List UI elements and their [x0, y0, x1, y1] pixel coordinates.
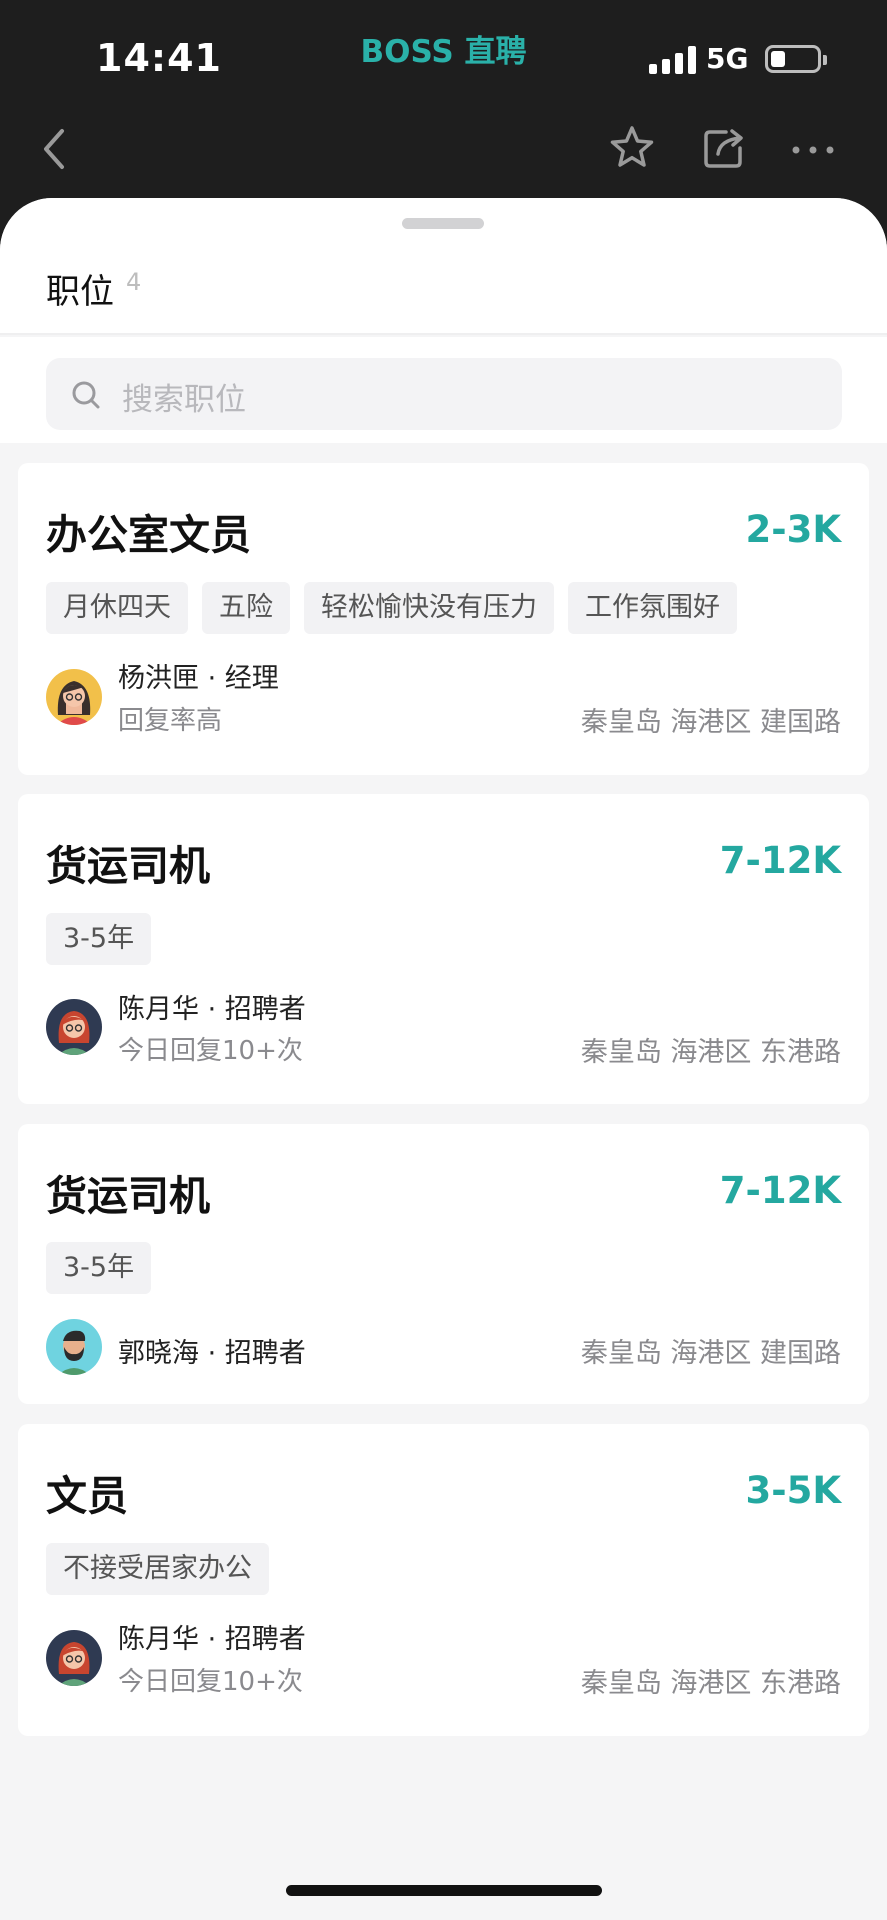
avatar [46, 999, 102, 1055]
avatar [46, 669, 102, 725]
job-location: 秦皇岛 海港区 东港路 [580, 1037, 841, 1068]
job-salary: 2-3K [745, 508, 841, 551]
job-title: 文员 [46, 1472, 128, 1520]
search-icon [72, 381, 100, 409]
home-indicator[interactable] [286, 1885, 602, 1896]
job-tag: 不接受居家办公 [46, 1543, 269, 1595]
job-title: 办公室文员 [46, 511, 251, 559]
recruiter-name: 陈月华 · 招聘者 [118, 1624, 306, 1655]
job-card[interactable]: 货运司机 7-12K 3-5年 郭晓海 · 招聘者 秦皇岛 海港区 建国路 [18, 1124, 869, 1404]
drag-handle[interactable] [402, 218, 484, 229]
job-salary: 7-12K [719, 839, 841, 882]
star-icon[interactable] [608, 124, 656, 176]
job-salary: 3-5K [745, 1469, 841, 1512]
jobs-sheet: 职位 4 搜索职位 办公室文员 2-3K 月休四天 五险 轻松愉快没有压力 工作… [0, 198, 887, 1920]
job-card[interactable]: 文员 3-5K 不接受居家办公 陈月华 · 招聘者 今日回复10+次 秦皇岛 海… [18, 1424, 869, 1736]
brand-logo: BOSS 直聘 [360, 34, 527, 70]
signal-icon [649, 46, 696, 74]
recruiter-name: 杨洪匣 · 经理 [118, 663, 279, 694]
share-icon[interactable] [700, 124, 748, 176]
job-count: 4 [126, 268, 142, 296]
avatar [46, 1630, 102, 1686]
sheet-title: 职位 [46, 272, 114, 312]
recruiter-name: 陈月华 · 招聘者 [118, 994, 306, 1025]
job-card[interactable]: 办公室文员 2-3K 月休四天 五险 轻松愉快没有压力 工作氛围好 杨洪匣 · … [18, 463, 869, 775]
search-placeholder: 搜索职位 [122, 382, 246, 418]
job-title: 货运司机 [46, 842, 210, 890]
sheet-header: 职位 4 [0, 198, 887, 335]
job-location: 秦皇岛 海港区 建国路 [580, 1338, 841, 1369]
job-tag: 五险 [202, 582, 290, 634]
more-dots-icon[interactable] [790, 138, 836, 166]
recruiter-status: 今日回复10+次 [118, 1036, 303, 1066]
job-tags: 不接受居家办公 [46, 1543, 269, 1595]
job-card[interactable]: 货运司机 7-12K 3-5年 陈月华 · 招聘者 今日回复10+次 秦皇岛 海… [18, 794, 869, 1104]
job-tags: 3-5年 [46, 913, 152, 965]
job-tags: 月休四天 五险 轻松愉快没有压力 工作氛围好 [46, 582, 737, 634]
job-location: 秦皇岛 海港区 东港路 [580, 1668, 841, 1699]
recruiter-status: 回复率高 [118, 706, 223, 736]
network-type: 5G [706, 42, 749, 75]
job-tag: 月休四天 [46, 582, 188, 634]
job-tag: 工作氛围好 [568, 582, 737, 634]
top-bar: 14:41 BOSS 直聘 5G [0, 0, 887, 215]
avatar [46, 1319, 102, 1375]
job-tag: 3-5年 [46, 1242, 152, 1294]
chevron-left-icon[interactable] [40, 125, 70, 177]
job-tag: 3-5年 [46, 913, 152, 965]
battery-icon [765, 45, 827, 73]
search-area: 搜索职位 [0, 337, 887, 443]
search-input[interactable]: 搜索职位 [46, 358, 842, 430]
job-location: 秦皇岛 海港区 建国路 [580, 707, 841, 738]
job-title: 货运司机 [46, 1172, 210, 1220]
job-salary: 7-12K [719, 1169, 841, 1212]
recruiter-status: 今日回复10+次 [118, 1667, 303, 1697]
job-tags: 3-5年 [46, 1242, 152, 1294]
recruiter-name: 郭晓海 · 招聘者 [118, 1338, 306, 1369]
job-tag: 轻松愉快没有压力 [304, 582, 554, 634]
